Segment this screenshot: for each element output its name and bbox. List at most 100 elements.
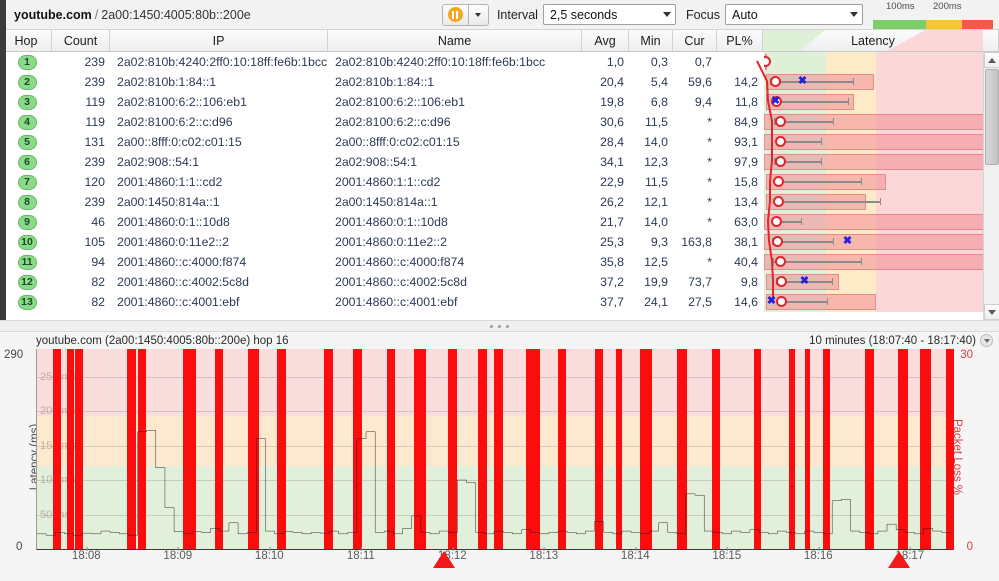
cell-hop: 4 xyxy=(1,112,53,132)
cell-latency-sparkline[interactable] xyxy=(764,112,999,132)
breadcrumb: youtube.com/2a00:1450:4005:80b::200e xyxy=(14,8,251,22)
interval-select[interactable]: 2,5 seconds xyxy=(543,4,676,25)
table-row[interactable]: 82392a00:1450:814a::12a00:1450:814a::126… xyxy=(1,192,999,212)
packet-loss-bar xyxy=(558,349,566,549)
cell-ip: 2a02:8100:6:2::106:eb1 xyxy=(111,92,329,112)
column-header-latency[interactable]: 0 ms Latency 471 ms xyxy=(763,30,983,51)
breadcrumb-host[interactable]: youtube.com xyxy=(14,8,92,22)
cell-latency-sparkline[interactable]: ✖ xyxy=(764,72,999,92)
cell-hop: 7 xyxy=(1,172,53,192)
packet-loss-bar xyxy=(75,349,82,549)
scroll-up-button[interactable] xyxy=(984,52,999,68)
table-row[interactable]: 51312a00::8fff:0:c02:c01:152a00::8fff:0:… xyxy=(1,132,999,152)
breadcrumb-separator: / xyxy=(95,8,98,22)
packet-loss-bar xyxy=(595,349,603,549)
cell-avg: 35,8 xyxy=(583,252,630,272)
cell-latency-sparkline[interactable] xyxy=(764,132,999,152)
column-header-min[interactable]: Min xyxy=(629,30,673,51)
chevron-up-icon xyxy=(988,58,996,63)
table-scrollbar[interactable] xyxy=(983,52,999,320)
table-row[interactable]: 9462001:4860:0:1::10d82001:4860:0:1::10d… xyxy=(1,212,999,232)
cell-cur: * xyxy=(674,252,718,272)
timeline-marker[interactable] xyxy=(888,551,910,568)
packet-loss-bar xyxy=(526,349,540,549)
latency-avg-dot xyxy=(775,156,786,167)
chart-header: youtube.com (2a00:1450:4005:80b::200e) h… xyxy=(0,332,999,349)
table-row[interactable]: 12392a02:810b:4240:2ff0:10:18ff:fe6b:1bc… xyxy=(1,52,999,72)
cell-latency-sparkline[interactable]: ✖ xyxy=(764,292,999,312)
focus-label: Focus xyxy=(686,8,720,22)
cell-count: 94 xyxy=(53,252,111,272)
cell-min: 19,9 xyxy=(630,272,674,292)
table-row[interactable]: 41192a02:8100:6:2::c:d962a02:8100:6:2::c… xyxy=(1,112,999,132)
packet-loss-bar xyxy=(865,349,874,549)
chart-caption: youtube.com (2a00:1450:4005:80b::200e) h… xyxy=(36,335,289,347)
chevron-down-icon[interactable] xyxy=(980,334,993,347)
table-row[interactable]: 101052001:4860:0:11e2::22001:4860:0:11e2… xyxy=(1,232,999,252)
chart-range-selector[interactable]: 10 minutes (18:07:40 - 18:17:40) xyxy=(809,334,993,347)
cell-hop: 12 xyxy=(1,272,53,292)
packet-loss-bar xyxy=(616,349,621,549)
y-axis-min-label: 0 xyxy=(16,541,22,553)
table-row[interactable]: 11942001:4860::c:4000:f8742001:4860::c:4… xyxy=(1,252,999,272)
table-row[interactable]: 12822001:4860::c:4002:5c8d2001:4860::c:4… xyxy=(1,272,999,292)
packet-loss-bar xyxy=(920,349,931,549)
cell-latency-sparkline[interactable] xyxy=(764,252,999,272)
cell-latency-sparkline[interactable] xyxy=(764,152,999,172)
table-row[interactable]: 13822001:4860::c:4001:ebf2001:4860::c:40… xyxy=(1,292,999,312)
interval-label: Interval xyxy=(497,8,538,22)
pause-button[interactable] xyxy=(442,4,468,26)
cell-latency-sparkline[interactable]: ✖ xyxy=(764,272,999,292)
cell-latency-sparkline[interactable] xyxy=(764,192,999,212)
cell-count: 239 xyxy=(53,152,111,172)
table-row[interactable]: 71202001:4860:1:1::cd22001:4860:1:1::cd2… xyxy=(1,172,999,192)
cell-count: 82 xyxy=(53,272,111,292)
cell-ip: 2001:4860::c:4001:ebf xyxy=(111,292,329,312)
table-row[interactable]: 31192a02:8100:6:2::106:eb12a02:8100:6:2:… xyxy=(1,92,999,112)
cell-min: 5,4 xyxy=(630,72,674,92)
hop-badge: 7 xyxy=(18,175,37,190)
scroll-down-button[interactable] xyxy=(984,304,999,320)
table-row[interactable]: 62392a02:908::54:12a02:908::54:134,112,3… xyxy=(1,152,999,172)
packet-loss-bar xyxy=(324,349,333,549)
column-header-count[interactable]: Count xyxy=(52,30,110,51)
hop-table-body[interactable]: 12392a02:810b:4240:2ff0:10:18ff:fe6b:1bc… xyxy=(0,52,999,320)
cell-latency-sparkline[interactable] xyxy=(764,212,999,232)
cell-pl: 38,1 xyxy=(718,232,764,252)
column-header-name[interactable]: Name xyxy=(328,30,582,51)
cell-latency-sparkline[interactable]: ✖ xyxy=(764,92,999,112)
cell-pl: 14,6 xyxy=(718,292,764,312)
panel-splitter[interactable] xyxy=(0,320,999,332)
breadcrumb-address: 2a00:1450:4005:80b::200e xyxy=(101,8,250,22)
legend-color-bar xyxy=(873,20,993,29)
cell-min: 6,8 xyxy=(630,92,674,112)
pause-dropdown-button[interactable] xyxy=(468,4,489,26)
focus-chevron-down-icon xyxy=(836,12,858,17)
column-header-avg[interactable]: Avg xyxy=(582,30,629,51)
cell-cur: 0,7 xyxy=(674,52,718,72)
column-header-cur[interactable]: Cur xyxy=(673,30,717,51)
cell-latency-sparkline[interactable] xyxy=(764,172,999,192)
cell-cur: * xyxy=(674,212,718,232)
cell-count: 119 xyxy=(53,112,111,132)
legend-label-high: 200ms xyxy=(933,1,962,12)
cell-latency-sparkline[interactable] xyxy=(764,52,999,72)
cell-ip: 2a00:1450:814a::1 xyxy=(111,192,329,212)
packet-loss-bar xyxy=(127,349,136,549)
chart-plot-area[interactable]: 250 ms200 ms150 ms100 ms50 ms xyxy=(36,349,951,550)
column-header-ip[interactable]: IP xyxy=(110,30,328,51)
timeline-marker[interactable] xyxy=(433,551,455,568)
pause-icon xyxy=(448,7,463,22)
scrollbar-thumb[interactable] xyxy=(985,69,999,165)
cell-count: 120 xyxy=(53,172,111,192)
column-header-pl[interactable]: PL% xyxy=(717,30,763,51)
table-row[interactable]: 22392a02:810b:1:84::12a02:810b:1:84::120… xyxy=(1,72,999,92)
pause-button-group xyxy=(442,4,489,26)
right-axis-min-label: 0 xyxy=(967,541,973,553)
focus-select[interactable]: Auto xyxy=(725,4,863,25)
splitter-grip-icon xyxy=(490,325,509,328)
cell-cur: 163,8 xyxy=(674,232,718,252)
column-header-hop[interactable]: Hop xyxy=(0,30,52,51)
cell-cur: 9,4 xyxy=(674,92,718,112)
cell-latency-sparkline[interactable]: ✖ xyxy=(764,232,999,252)
